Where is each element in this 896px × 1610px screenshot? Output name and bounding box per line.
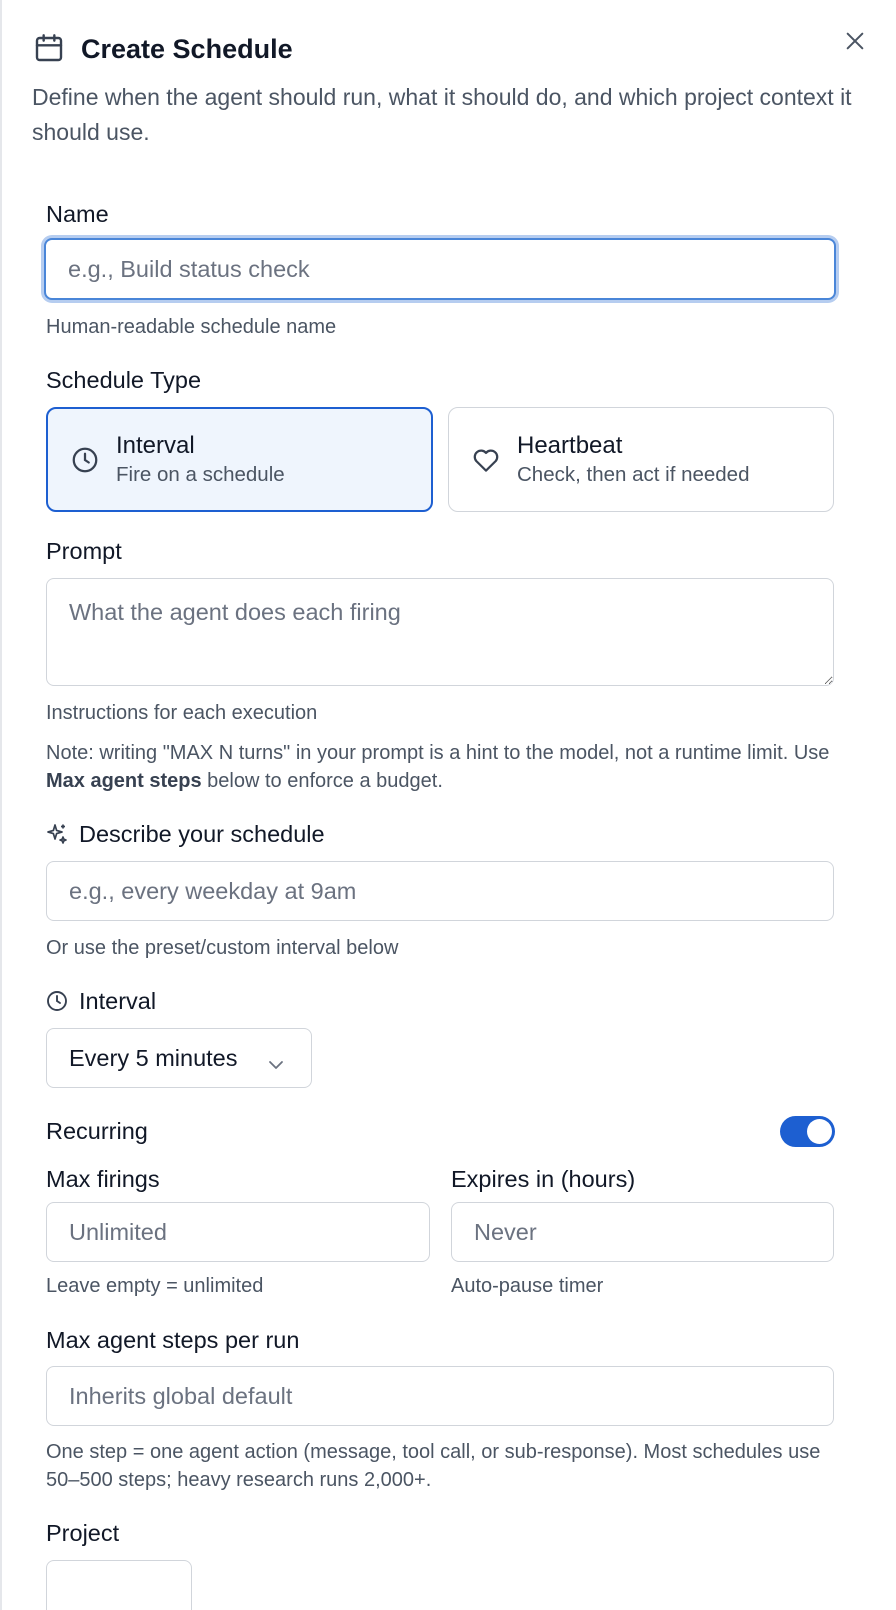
- recurring-toggle[interactable]: [780, 1116, 835, 1147]
- describe-schedule-label: Describe your schedule: [79, 821, 325, 847]
- max-firings-input[interactable]: [46, 1202, 430, 1262]
- interval-option-title: Interval: [116, 431, 195, 459]
- interval-selected-value: Every 5 minutes: [69, 1044, 238, 1071]
- interval-clock-icon: [45, 989, 69, 1013]
- max-firings-hint: Leave empty = unlimited: [46, 1275, 264, 1297]
- note-text-end: below to enforce a budget.: [201, 769, 443, 792]
- note-emphasis: Max agent steps: [46, 769, 202, 792]
- expires-input[interactable]: [451, 1202, 834, 1262]
- interval-label: Interval: [79, 988, 157, 1014]
- max-steps-label: Max agent steps per run: [46, 1327, 300, 1353]
- dialog-title: Create Schedule: [81, 34, 293, 64]
- name-label: Name: [46, 201, 109, 227]
- schedule-type-interval-option[interactable]: Interval Fire on a schedule: [46, 407, 433, 512]
- interval-select[interactable]: Every 5 minutes: [46, 1028, 312, 1088]
- sparkles-icon: [45, 822, 69, 846]
- prompt-note: Note: writing "MAX N turns" in your prom…: [46, 740, 866, 795]
- recurring-label: Recurring: [46, 1118, 148, 1144]
- close-icon[interactable]: [844, 30, 866, 57]
- expires-label: Expires in (hours): [451, 1166, 636, 1192]
- max-firings-label: Max firings: [46, 1166, 160, 1192]
- prompt-label: Prompt: [46, 538, 122, 564]
- project-label: Project: [46, 1520, 120, 1546]
- close-button[interactable]: [840, 28, 870, 58]
- describe-schedule-input[interactable]: [46, 861, 834, 921]
- heartbeat-option-subtitle: Check, then act if needed: [517, 462, 750, 486]
- heart-icon: [471, 445, 501, 475]
- name-hint: Human-readable schedule name: [46, 316, 337, 338]
- dialog-description: Define when the agent should run, what i…: [32, 84, 852, 145]
- note-text: Note: writing "MAX N turns" in your prom…: [46, 742, 830, 764]
- calendar-icon: [33, 32, 65, 64]
- project-select[interactable]: [46, 1560, 192, 1610]
- heartbeat-option-title: Heartbeat: [517, 431, 623, 459]
- interval-option-subtitle: Fire on a schedule: [116, 462, 285, 486]
- prompt-textarea[interactable]: [46, 578, 834, 686]
- schedule-type-label: Schedule Type: [46, 367, 202, 393]
- schedule-type-heartbeat-option[interactable]: Heartbeat Check, then act if needed: [448, 407, 834, 512]
- prompt-hint: Instructions for each execution: [46, 702, 318, 724]
- chevron-down-icon: [267, 1051, 285, 1069]
- create-schedule-dialog: Create Schedule Define when the agent sh…: [0, 0, 896, 1610]
- expires-hint: Auto-pause timer: [451, 1275, 604, 1297]
- max-steps-hint: One step = one agent action (message, to…: [46, 1441, 821, 1491]
- name-input[interactable]: [44, 238, 836, 300]
- describe-schedule-hint: Or use the preset/custom interval below: [46, 937, 399, 959]
- toggle-knob: [807, 1119, 832, 1144]
- clock-icon: [70, 445, 100, 475]
- max-steps-input[interactable]: [46, 1366, 834, 1426]
